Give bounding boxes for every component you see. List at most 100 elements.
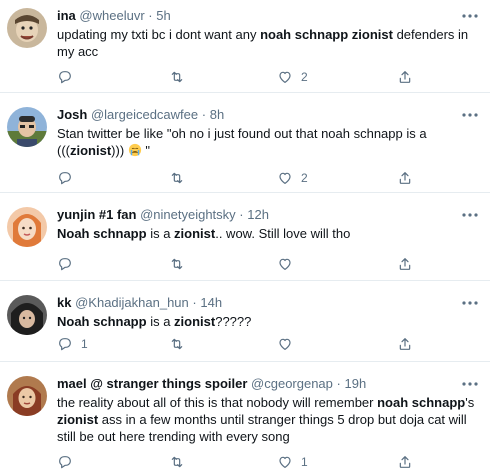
text-run: the reality about all of this is that no… <box>57 395 378 410</box>
like-button[interactable] <box>277 254 301 274</box>
timestamp[interactable]: 8h <box>210 107 224 122</box>
share-icon <box>399 172 411 184</box>
heart-icon <box>279 456 291 468</box>
avatar-yunjin-icon <box>7 207 47 247</box>
text-run: 's <box>465 395 475 410</box>
share-icon <box>399 71 411 83</box>
tweet[interactable]: kk @Khadijakhan_hun · 14h Noah schnapp i… <box>0 287 490 362</box>
tweet-text: Stan twitter be like "oh no i just found… <box>57 125 477 159</box>
retweet-icon <box>171 172 183 184</box>
tweet-actions <box>57 254 477 274</box>
more-options-icon[interactable] <box>460 295 480 311</box>
like-button[interactable]: 2 <box>277 168 308 188</box>
tweet-text: Noah schnapp is a zionist.. wow. Still l… <box>57 225 477 242</box>
reply-button[interactable]: 1 <box>57 334 88 354</box>
user-handle[interactable]: @cgeorgenap <box>251 376 333 391</box>
timestamp[interactable]: 14h <box>200 295 222 310</box>
like-count: 1 <box>301 455 308 469</box>
tweet-header: mael @ stranger things spoiler @cgeorgen… <box>57 376 366 392</box>
tweet[interactable]: yunjin #1 fan @ninetyeightsky · 12h Noah… <box>0 199 490 281</box>
more-options-icon[interactable] <box>460 8 480 24</box>
tweet-text: the reality about all of this is that no… <box>57 394 477 445</box>
share-button[interactable] <box>397 452 413 470</box>
timestamp[interactable]: 5h <box>156 8 170 23</box>
text-run: updating my txti bc i dont want any <box>57 27 261 42</box>
avatar[interactable] <box>7 295 47 335</box>
separator: · <box>192 295 197 310</box>
more-options-icon[interactable] <box>460 376 480 392</box>
display-name[interactable]: Josh <box>57 107 87 122</box>
display-name[interactable]: mael @ stranger things spoiler <box>57 376 247 391</box>
separator: · <box>148 8 153 23</box>
highlighted-term: zionist <box>57 412 99 427</box>
separator: · <box>239 207 244 222</box>
highlighted-term: Noah schnapp <box>57 226 147 241</box>
heart-icon <box>279 258 291 270</box>
avatar[interactable] <box>7 8 47 48</box>
like-button[interactable]: 2 <box>277 67 308 87</box>
retweet-button[interactable] <box>169 254 193 274</box>
retweet-button[interactable] <box>169 168 193 188</box>
retweet-button[interactable] <box>169 334 193 354</box>
reply-button[interactable] <box>57 168 81 188</box>
tweet-actions: 2 <box>57 67 477 87</box>
heart-icon <box>279 338 291 350</box>
text-run: Stan twitter be like "oh no i just found… <box>57 126 322 141</box>
display-name[interactable]: yunjin #1 fan <box>57 207 136 222</box>
user-handle[interactable]: @ninetyeightsky <box>140 207 236 222</box>
text-run: noah schnapp <box>321 126 403 141</box>
text-run: ????? <box>215 314 252 329</box>
reply-icon <box>59 338 71 351</box>
like-button[interactable]: 1 <box>277 452 308 470</box>
timestamp[interactable]: 12h <box>247 207 269 222</box>
display-name[interactable]: ina <box>57 8 76 23</box>
reply-button[interactable] <box>57 67 81 87</box>
reply-button[interactable] <box>57 452 81 470</box>
avatar-mael-icon <box>7 376 47 416</box>
highlighted-term: zionist <box>174 226 216 241</box>
like-count: 2 <box>301 70 308 84</box>
avatar[interactable] <box>7 376 47 416</box>
timestamp[interactable]: 19h <box>345 376 367 391</box>
highlighted-term: noah schnapp <box>377 395 466 410</box>
avatar[interactable] <box>7 107 47 147</box>
reply-count: 1 <box>81 337 88 351</box>
avatar[interactable] <box>7 207 47 247</box>
heart-icon <box>279 172 291 184</box>
user-handle[interactable]: @Khadijakhan_hun <box>75 295 189 310</box>
retweet-icon <box>171 456 183 468</box>
highlighted-term: zionist <box>70 143 112 158</box>
user-handle[interactable]: @largeicedcawfee <box>91 107 198 122</box>
highlighted-term: zionist <box>174 314 216 329</box>
text-run: is a <box>146 314 175 329</box>
reply-icon <box>59 258 71 271</box>
tweet-header: yunjin #1 fan @ninetyeightsky · 12h <box>57 207 269 223</box>
share-button[interactable] <box>397 67 413 87</box>
retweet-button[interactable] <box>169 452 193 470</box>
retweet-button[interactable] <box>169 67 193 87</box>
avatar-ina-icon <box>7 8 47 48</box>
user-handle[interactable]: @wheeluvr <box>79 8 144 23</box>
like-button[interactable] <box>277 334 301 354</box>
share-icon <box>399 456 411 468</box>
tweet[interactable]: ina @wheeluvr · 5h updating my txti bc i… <box>0 0 490 93</box>
tweet[interactable]: Josh @largeicedcawfee · 8h Stan twitter … <box>0 99 490 193</box>
reply-icon <box>59 71 71 84</box>
text-run: ass in a few months until stranger thing… <box>57 412 467 444</box>
highlighted-term: noah schnapp zionist <box>260 27 393 42</box>
highlighted-term: Noah schnapp <box>57 314 147 329</box>
more-options-icon[interactable] <box>460 107 480 123</box>
retweet-icon <box>171 71 183 83</box>
display-name[interactable]: kk <box>57 295 71 310</box>
share-button[interactable] <box>397 254 413 274</box>
tweet-text: Noah schnapp is a zionist????? <box>57 313 477 330</box>
tweet[interactable]: mael @ stranger things spoiler @cgeorgen… <box>0 368 490 470</box>
share-button[interactable] <box>397 334 413 354</box>
more-options-icon[interactable] <box>460 207 480 223</box>
share-icon <box>399 258 411 270</box>
like-count: 2 <box>301 171 308 185</box>
reply-button[interactable] <box>57 254 81 274</box>
share-button[interactable] <box>397 168 413 188</box>
retweet-icon <box>171 338 183 350</box>
avatar-kk-icon <box>7 295 47 335</box>
